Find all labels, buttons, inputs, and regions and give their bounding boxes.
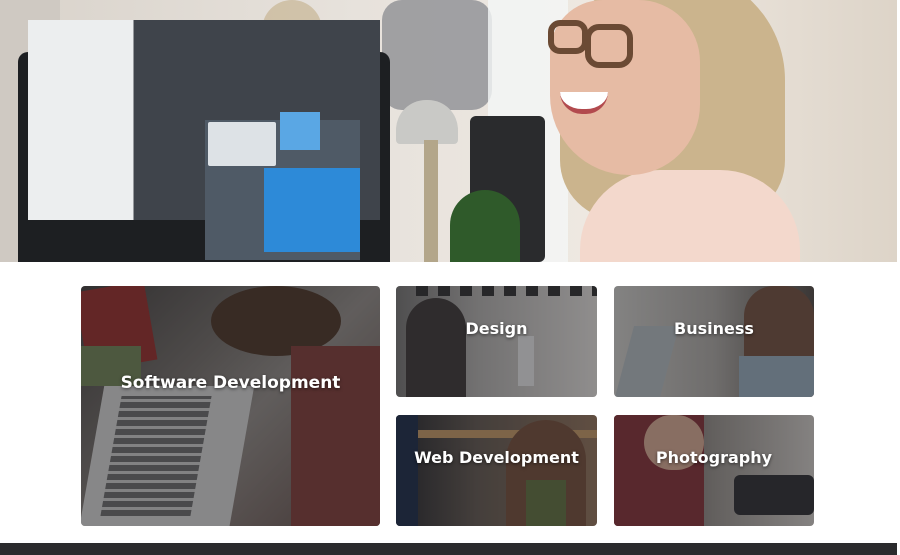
category-label: Design	[465, 319, 528, 338]
category-tile-design[interactable]: Design	[396, 286, 597, 397]
hero-plant	[450, 190, 520, 262]
category-tile-photography[interactable]: Photography	[614, 415, 814, 526]
tile-overlay	[396, 286, 597, 397]
tile-overlay	[614, 415, 814, 526]
category-tile-business[interactable]: Business	[614, 286, 814, 397]
hero-screen-thumbnail	[280, 112, 320, 150]
category-label: Business	[674, 319, 754, 338]
hero-banner-image	[0, 0, 897, 262]
tile-overlay	[614, 286, 814, 397]
hero-background-person	[382, 0, 492, 110]
category-tile-software-development[interactable]: Software Development	[81, 286, 380, 526]
hero-lamp-pole	[424, 140, 438, 262]
hero-screen-window	[208, 122, 276, 166]
hero-glasses	[585, 24, 633, 68]
footer-bar	[0, 543, 897, 555]
tile-overlay	[396, 415, 597, 526]
hero-glasses	[548, 20, 588, 54]
hero-screen-blue-panel	[264, 168, 360, 252]
category-tile-web-development[interactable]: Web Development	[396, 415, 597, 526]
category-label: Photography	[655, 448, 773, 467]
category-label: Software Development	[120, 373, 341, 393]
category-label: Web Development	[414, 448, 579, 467]
tile-overlay	[81, 286, 380, 526]
